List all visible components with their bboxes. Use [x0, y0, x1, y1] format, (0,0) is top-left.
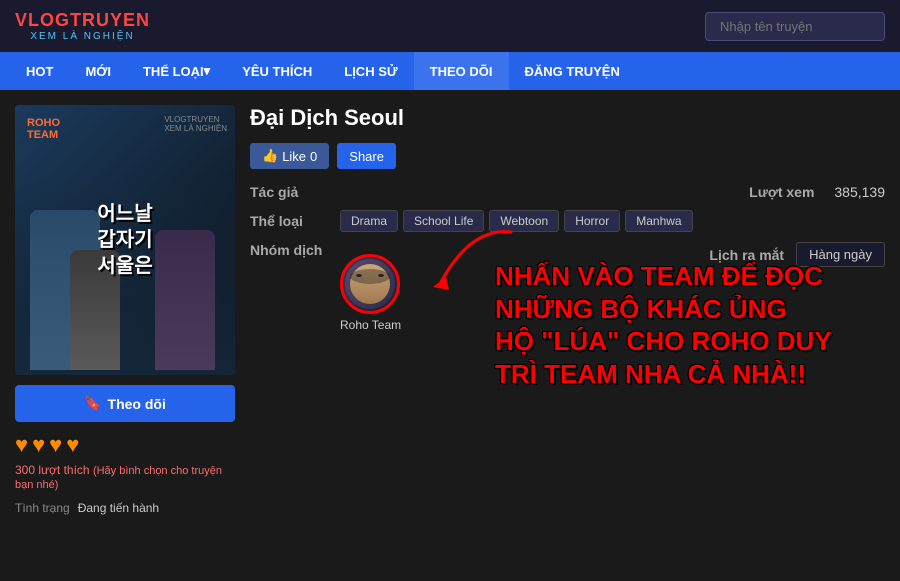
- logo-bottom: XEM LÀ NGHIỆN: [30, 31, 134, 42]
- genre-horror[interactable]: Horror: [564, 210, 620, 232]
- team-info: Roho Team: [340, 254, 401, 332]
- logo-top: VLOGTRUYEN: [15, 10, 150, 31]
- cover-watermark: VLOGTRUYENXEM LÀ NGHIỆN: [164, 115, 227, 133]
- sidebar: ROHO TEAM VLOGTRUYENXEM LÀ NGHIỆN 어느날갑자기…: [15, 105, 235, 515]
- team-name: Roho Team: [340, 318, 401, 332]
- cover-korean-text: 어느날갑자기서울은: [97, 201, 152, 279]
- follow-button[interactable]: 🔖 Theo dõi: [15, 385, 235, 422]
- status-row: Tình trạng Đang tiến hành: [15, 501, 235, 515]
- genre-drama[interactable]: Drama: [340, 210, 398, 232]
- likes-text: 300 lượt thích (Hãy bình chọn cho truyện…: [15, 463, 235, 491]
- bookmark-icon: 🔖: [84, 395, 101, 412]
- share-button[interactable]: Share: [337, 143, 396, 169]
- nhom-dich-section: Roho Team: [340, 254, 401, 332]
- nav-yeu-thich[interactable]: YÊU THÍCH: [226, 52, 328, 90]
- overlay-message: NHẤN VÀO TEAM ĐỂ ĐỌC NHỮNG BỘ KHÁC ỦNG H…: [480, 260, 885, 390]
- nav-moi[interactable]: MỚI: [69, 52, 127, 90]
- tinh-trang-label: Tình trạng: [15, 501, 70, 515]
- header: VLOGTRUYEN XEM LÀ NGHIỆN: [0, 0, 900, 52]
- team-avatar[interactable]: [340, 254, 400, 314]
- heart-1[interactable]: ♥: [15, 432, 28, 458]
- main-nav: HOT MỚI THỂ LOẠI ▾ YÊU THÍCH LỊCH SỬ THE…: [0, 52, 900, 90]
- main-content: ROHO TEAM VLOGTRUYENXEM LÀ NGHIỆN 어느날갑자기…: [0, 90, 900, 530]
- luot-xem-value: 385,139: [834, 184, 885, 200]
- cover-brand: ROHO TEAM: [27, 117, 60, 141]
- nav-dang-truyen[interactable]: ĐĂNG TRUYỆN: [509, 52, 636, 90]
- tac-gia-label: Tác giả: [250, 184, 340, 200]
- luot-xem-label: Lượt xem: [749, 184, 814, 200]
- heart-4[interactable]: ♥: [66, 432, 79, 458]
- nav-the-loai[interactable]: THỂ LOẠI ▾: [127, 52, 226, 90]
- tac-gia-row: Tác giả Lượt xem 385,139: [250, 184, 885, 200]
- genre-manhwa[interactable]: Manhwa: [625, 210, 692, 232]
- overlay-line1: NHẤN VÀO TEAM ĐỂ ĐỌC NHỮNG BỘ KHÁC ỦNG: [495, 260, 870, 325]
- manga-title: Đại Dịch Seoul: [250, 105, 885, 131]
- like-button[interactable]: 👍 Like 0: [250, 143, 329, 169]
- nav-hot[interactable]: HOT: [10, 52, 69, 90]
- heart-2[interactable]: ♥: [32, 432, 45, 458]
- cover-image: ROHO TEAM VLOGTRUYENXEM LÀ NGHIỆN 어느날갑자기…: [15, 105, 235, 375]
- the-loai-label: Thể loại: [250, 213, 340, 229]
- nav-lich-su[interactable]: LỊCH SỬ: [328, 52, 413, 90]
- tinh-trang-value: Đang tiến hành: [78, 501, 159, 515]
- search-input[interactable]: [705, 12, 885, 41]
- manga-detail: Đại Dịch Seoul 👍 Like 0 Share NHẤN VÀO T…: [250, 105, 885, 515]
- rating-hearts: ♥ ♥ ♥ ♥: [15, 432, 235, 458]
- nav-theo-doi[interactable]: THEO DÕI: [414, 52, 509, 90]
- action-bar: 👍 Like 0 Share: [250, 143, 885, 169]
- nhom-dich-label: Nhóm dịch: [250, 242, 340, 258]
- site-logo[interactable]: VLOGTRUYEN XEM LÀ NGHIỆN: [15, 10, 150, 42]
- heart-3[interactable]: ♥: [49, 432, 62, 458]
- the-loai-row: Thể loại Drama School Life Webtoon Horro…: [250, 210, 885, 232]
- overlay-line2: HỘ "LÚA" CHO ROHO DUY TRÌ TEAM NHA CẢ NH…: [495, 325, 870, 390]
- thumbs-icon: 👍: [262, 148, 278, 164]
